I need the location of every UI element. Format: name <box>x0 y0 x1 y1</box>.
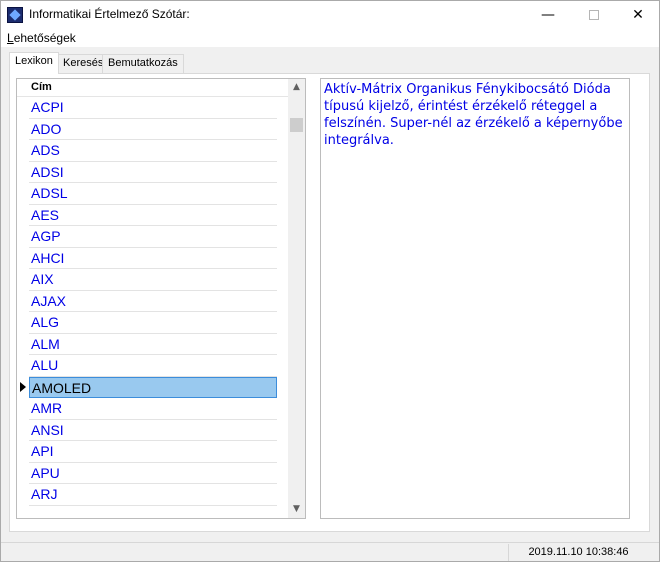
list-item-label[interactable]: ALG <box>29 312 277 334</box>
list-item-label[interactable]: ANSI <box>29 420 277 441</box>
list-item[interactable]: AJAX <box>17 291 289 312</box>
list-item-label[interactable]: ADS <box>29 140 277 162</box>
list-item-label[interactable]: AHCI <box>29 248 277 269</box>
list-item[interactable]: AES <box>17 205 289 226</box>
status-bar: 2019.11.10 10:38:46 <box>1 542 659 561</box>
close-button[interactable]: ✕ <box>615 1 660 29</box>
list-item-label[interactable]: AGP <box>29 226 277 248</box>
menu-lehetosegek[interactable]: Lehetőségek <box>7 29 76 47</box>
column-header-label: Cím <box>31 81 52 93</box>
window-title: Informatikai Értelmező Szótár: <box>29 7 190 21</box>
list-item[interactable]: API <box>17 441 289 463</box>
list-item[interactable]: ALM <box>17 334 289 355</box>
list-item-label[interactable]: ADSI <box>29 162 277 183</box>
list-item-label[interactable]: APU <box>29 463 277 484</box>
list-item[interactable]: ADS <box>17 140 289 162</box>
list-item[interactable]: ALU <box>17 355 289 377</box>
term-list[interactable]: Cím ACPI ADO ADS ADSI ADSL AES AGP AHCI AIX AJAX A… <box>16 78 306 519</box>
term-rows: ACPI ADO ADS ADSI ADSL AES AGP AHCI AIX AJAX ALG AL… <box>17 97 289 506</box>
list-item[interactable]: ADSI <box>17 162 289 183</box>
scroll-thumb[interactable] <box>290 118 303 132</box>
list-item[interactable]: AIX <box>17 269 289 291</box>
scroll-down-icon[interactable]: ▼ <box>288 501 305 518</box>
list-item-label[interactable]: AMR <box>29 398 277 420</box>
definition-text-box[interactable]: Aktív-Mátrix Organikus Fénykibocsátó Dió… <box>320 78 630 519</box>
app-window: Informatikai Értelmező Szótár: — ✕ Lehet… <box>0 0 660 562</box>
title-bar[interactable]: Informatikai Értelmező Szótár: — ✕ <box>1 1 659 29</box>
tab-bemutatkozas[interactable]: Bemutatkozás <box>102 54 184 73</box>
list-item[interactable]: ADO <box>17 119 289 140</box>
list-item-label[interactable]: AES <box>29 205 277 226</box>
list-item-label[interactable]: API <box>29 441 277 463</box>
maximize-button[interactable] <box>571 1 617 29</box>
maximize-icon <box>589 10 599 20</box>
vertical-scrollbar[interactable]: ▲ ▼ <box>288 79 305 518</box>
list-item-label[interactable]: ADO <box>29 119 277 140</box>
menu-mnemonic: L <box>7 31 14 45</box>
list-item[interactable]: AMR <box>17 398 289 420</box>
minimize-button[interactable]: — <box>525 1 571 29</box>
app-icon[interactable] <box>7 7 23 23</box>
column-header-cim[interactable]: Cím <box>17 79 289 97</box>
list-item-label[interactable]: ARJ <box>29 484 277 506</box>
list-item[interactable]: APU <box>17 463 289 484</box>
list-item[interactable]: ACPI <box>17 97 289 119</box>
menu-bar: Lehetőségek <box>1 29 659 47</box>
current-row-indicator-icon <box>20 381 26 392</box>
list-item-label[interactable]: ACPI <box>29 97 277 119</box>
menu-label-rest: ehetőségek <box>13 31 76 45</box>
list-item-label[interactable]: ALM <box>29 334 277 355</box>
list-item[interactable]: ALG <box>17 312 289 334</box>
list-item-label[interactable]: ADSL <box>29 183 277 205</box>
list-item-label[interactable]: ALU <box>29 355 277 377</box>
tab-lexikon[interactable]: Lexikon <box>9 52 59 74</box>
list-item[interactable]: ANSI <box>17 420 289 441</box>
list-item-label[interactable]: AMOLED <box>29 376 277 398</box>
list-item[interactable]: AMOLED <box>17 376 289 398</box>
list-item[interactable]: ADSL <box>17 183 289 205</box>
list-item-label[interactable]: AJAX <box>29 291 277 312</box>
scroll-up-icon[interactable]: ▲ <box>288 79 305 96</box>
status-datetime: 2019.11.10 10:38:46 <box>508 544 648 561</box>
list-item[interactable]: AHCI <box>17 248 289 269</box>
list-item[interactable]: ARJ <box>17 484 289 506</box>
list-item[interactable]: AGP <box>17 226 289 248</box>
list-item-label[interactable]: AIX <box>29 269 277 291</box>
